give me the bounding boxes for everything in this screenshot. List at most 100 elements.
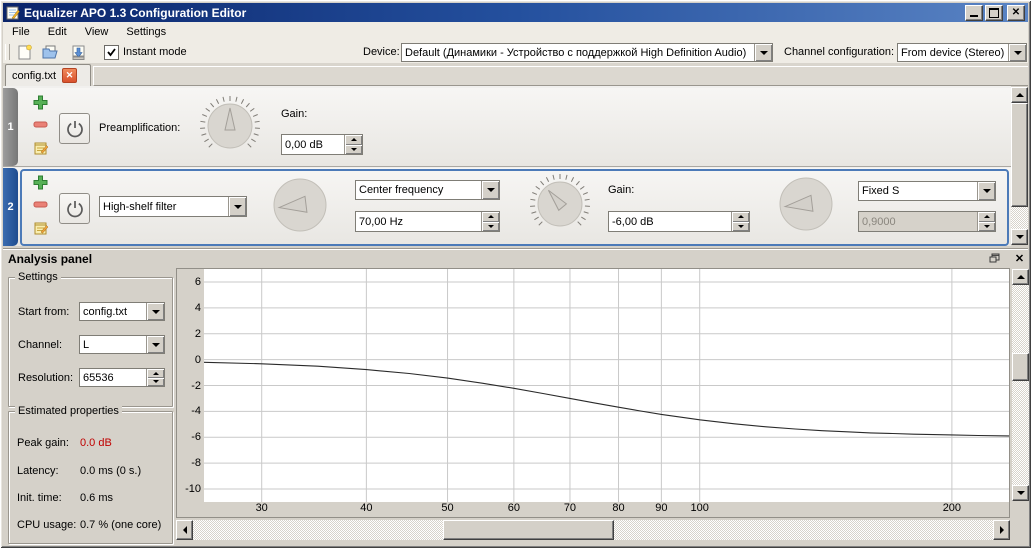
filter-vertical-scrollbar[interactable] <box>1011 87 1028 245</box>
toolbar-grip[interactable] <box>5 44 10 60</box>
arrow-up-icon <box>152 371 159 375</box>
chevron-down-icon <box>1013 50 1022 55</box>
new-file-icon <box>18 44 32 59</box>
spin-down-button[interactable] <box>732 221 749 231</box>
instant-mode-label[interactable]: Instant mode <box>123 46 187 58</box>
scroll-down-button[interactable] <box>1011 229 1028 245</box>
spin-up-button[interactable] <box>147 369 164 378</box>
slope-mode-dropdown-button[interactable] <box>977 182 995 200</box>
frequency-knob[interactable] <box>272 177 328 233</box>
frequency-response-graph: 6 4 2 0 -2 -4 -6 -8 -10 30 40 50 60 70 80 90 100 200 <box>176 268 1010 518</box>
shelf-gain-knob[interactable] <box>526 170 594 238</box>
channel-config-combobox[interactable]: From device (Stereo) <box>897 43 1027 62</box>
spin-up-button[interactable] <box>482 212 499 222</box>
graph-horizontal-scrollbar[interactable] <box>176 520 1010 540</box>
edit-filter-icon[interactable] <box>33 220 49 236</box>
add-filter-icon[interactable] <box>33 175 48 190</box>
resolution-spinbox[interactable]: 65536 <box>79 368 165 387</box>
spin-down-button[interactable] <box>147 377 164 386</box>
chevron-down-icon <box>486 188 495 192</box>
estimated-properties-legend: Estimated properties <box>15 405 122 417</box>
channel-config-value: From device (Stereo) <box>901 46 1005 59</box>
add-filter-icon[interactable] <box>33 95 48 110</box>
edit-filter-icon[interactable] <box>33 140 49 156</box>
minimize-button[interactable] <box>965 4 983 21</box>
start-from-value: config.txt <box>83 305 128 318</box>
cpu-usage-value: 0.7 % (one core) <box>80 519 162 531</box>
device-combobox[interactable]: Default (Динамики - Устройство с поддерж… <box>401 43 773 62</box>
preamp-label: Preamplification: <box>99 122 181 134</box>
start-from-label: Start from: <box>18 306 70 318</box>
spin-down-button[interactable] <box>482 221 499 231</box>
param-selector-combobox[interactable]: Center frequency <box>355 180 500 200</box>
filter-type-dropdown-button[interactable] <box>228 197 246 216</box>
arrow-up-icon <box>1016 275 1025 279</box>
chevron-down-icon <box>151 342 160 347</box>
spin-up-button[interactable] <box>732 212 749 222</box>
remove-filter-icon[interactable] <box>33 200 48 209</box>
channel-config-dropdown-button[interactable] <box>1008 44 1026 61</box>
param-selector-value: Center frequency <box>359 184 444 196</box>
x-tick-label: 100 <box>690 502 709 514</box>
frequency-spinbox[interactable]: 70,00 Hz <box>355 211 500 232</box>
menu-settings[interactable]: Settings <box>117 24 175 40</box>
slope-knob[interactable] <box>778 176 834 232</box>
init-time-label: Init. time: <box>17 492 62 504</box>
row-number-handle[interactable]: 1 <box>3 88 18 166</box>
channel-config-label: Channel configuration: <box>784 46 895 58</box>
arrow-down-icon <box>737 224 744 228</box>
tab-config-txt[interactable]: config.txt ✕ <box>5 64 91 86</box>
channel-combobox[interactable]: L <box>79 335 165 354</box>
arrow-down-icon <box>350 147 357 151</box>
param-selector-dropdown-button[interactable] <box>481 181 499 199</box>
scrollbar-thumb[interactable] <box>1012 353 1029 381</box>
frequency-value: 70,00 Hz <box>359 215 404 228</box>
scrollbar-thumb[interactable] <box>443 520 614 540</box>
arrow-up-icon <box>487 215 494 219</box>
menu-edit[interactable]: Edit <box>39 24 76 40</box>
float-panel-icon <box>989 253 1000 263</box>
arrow-down-icon <box>983 224 990 228</box>
preamp-gain-spinbox[interactable]: 0,00 dB <box>281 134 363 155</box>
row-number-handle[interactable]: 2 <box>3 168 18 246</box>
x-tick-label: 80 <box>612 502 625 514</box>
instant-mode-checkbox[interactable] <box>104 44 119 60</box>
slope-mode-value: Fixed S <box>862 185 900 197</box>
preamp-gain-knob[interactable] <box>196 92 264 160</box>
scroll-left-button[interactable] <box>176 520 193 540</box>
open-file-button[interactable] <box>40 42 62 62</box>
menu-view[interactable]: View <box>76 24 118 40</box>
save-file-button[interactable] <box>67 42 89 62</box>
slope-mode-combobox[interactable]: Fixed S <box>858 181 996 201</box>
y-axis-labels: 6 4 2 0 -2 -4 -6 -8 -10 <box>177 269 204 502</box>
settings-groupbox: Settings Start from: config.txt Channel:… <box>8 271 173 407</box>
power-toggle-button[interactable] <box>59 193 90 224</box>
start-from-combobox[interactable]: config.txt <box>79 302 165 321</box>
slope-value-spinbox: 0,9000 <box>858 211 996 232</box>
scroll-down-button[interactable] <box>1012 485 1029 501</box>
maximize-button[interactable] <box>985 4 1003 21</box>
start-from-dropdown-button[interactable] <box>146 303 164 320</box>
float-panel-button[interactable] <box>988 252 1001 264</box>
power-toggle-button[interactable] <box>59 113 90 144</box>
new-file-button[interactable] <box>13 42 35 62</box>
scroll-up-button[interactable] <box>1011 87 1028 103</box>
scroll-up-button[interactable] <box>1012 269 1029 285</box>
spin-down-button[interactable] <box>345 144 362 154</box>
resolution-label: Resolution: <box>18 372 74 384</box>
graph-vertical-scrollbar[interactable] <box>1012 269 1029 501</box>
close-button[interactable]: ✕ <box>1007 4 1025 21</box>
shelf-gain-spinbox[interactable]: -6,00 dB <box>608 211 750 232</box>
spin-up-button[interactable] <box>345 135 362 145</box>
scrollbar-track[interactable] <box>1012 269 1029 501</box>
filter-type-combobox[interactable]: High-shelf filter <box>99 196 247 217</box>
title-bar[interactable]: Equalizer APO 1.3 Configuration Editor ✕ <box>3 3 1028 22</box>
close-panel-button[interactable]: ✕ <box>1013 252 1026 265</box>
scrollbar-thumb[interactable] <box>1011 103 1028 207</box>
remove-filter-icon[interactable] <box>33 120 48 129</box>
menu-file[interactable]: File <box>3 24 39 40</box>
channel-dropdown-button[interactable] <box>146 336 164 353</box>
scroll-right-button[interactable] <box>993 520 1010 540</box>
device-dropdown-button[interactable] <box>754 44 772 61</box>
tab-close-button[interactable]: ✕ <box>62 68 78 83</box>
